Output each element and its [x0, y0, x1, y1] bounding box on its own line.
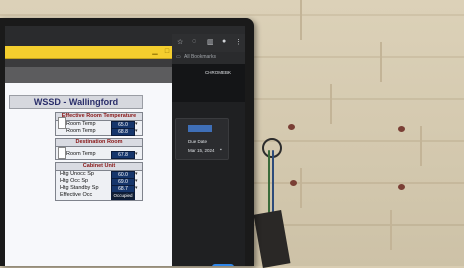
temp-row: Room Temp 67.8 ▾	[56, 151, 142, 159]
browser-window: ☆ ◌ ▥ ● ⋮ ▭ All Bookmarks CHROMEBK Due D…	[172, 34, 245, 266]
panel-header: Effective Room Temperature	[56, 113, 142, 121]
setpoint-row: Htg Occ Sp 69.0 ▾	[56, 178, 142, 186]
dropdown-arrow-icon[interactable]: ▾	[135, 171, 138, 178]
due-date-value[interactable]: Mar 15, 2024	[188, 148, 215, 153]
row-label: Effective Occ	[60, 192, 93, 198]
green-wire	[268, 150, 270, 220]
setpoint-row: Htg Standby Sp 68.7 ▾	[56, 185, 142, 193]
profile-menu[interactable]: CHROMEBK	[205, 70, 231, 75]
cabinet-unit-panel: Cabinet Unit Htg Unocc Sp 60.0 ▾ Htg Occ…	[55, 162, 143, 201]
star-icon[interactable]: ☆	[177, 38, 183, 46]
row-label: Htg Standby Sp	[60, 185, 99, 191]
scada-window: ▁ □ ✕ WSSD - Wallingford Effective Room …	[5, 46, 187, 266]
row-label: Htg Occ Sp	[60, 178, 89, 184]
site-title: WSSD - Wallingford	[9, 95, 143, 109]
browser-toolbar: ☆ ◌ ▥ ● ⋮	[172, 34, 245, 52]
panel-header: Destination Room	[56, 139, 142, 147]
setpoint-row: Htg Unocc Sp 60.0 ▾	[56, 171, 142, 179]
dropdown-arrow-icon[interactable]: ▾	[135, 185, 138, 192]
dropdown-arrow-icon[interactable]: ▾	[135, 128, 138, 135]
menu-icon[interactable]: ⋮	[235, 38, 242, 46]
folder-icon: ▭	[176, 54, 181, 60]
minimize-button[interactable]: ▁	[151, 47, 159, 56]
dropdown-arrow-icon[interactable]: ▾	[135, 151, 138, 158]
monitor-screen: ▁ □ ✕ WSSD - Wallingford Effective Room …	[5, 26, 245, 266]
sidebar-icon[interactable]: ▥	[207, 38, 214, 46]
row-value[interactable]: 68.8	[111, 128, 135, 136]
page-header: CHROMEBK	[172, 64, 245, 102]
calendar-icon[interactable]: ▪	[220, 147, 222, 153]
card-accent	[188, 125, 212, 132]
row-value[interactable]: 67.8	[111, 151, 135, 159]
row-label: Htg Unocc Sp	[60, 171, 94, 177]
scada-toolbar	[5, 59, 187, 67]
row-label: Room Temp	[66, 121, 96, 127]
occupancy-row: Effective Occ Occupied	[56, 192, 142, 200]
extensions-icon[interactable]: ◌	[192, 38, 196, 45]
due-date-card: Due Date Mar 15, 2024 ▪	[175, 118, 229, 160]
effective-room-temp-panel: Effective Room Temperature Room Temp 65.…	[55, 112, 143, 136]
temp-row: Room Temp 68.8 ▾	[56, 128, 142, 136]
row-label: Room Temp	[66, 128, 96, 134]
dropdown-arrow-icon[interactable]: ▾	[135, 178, 138, 185]
all-bookmarks-link[interactable]: All Bookmarks	[184, 54, 216, 60]
blue-wire	[272, 150, 274, 216]
destination-room-panel: Destination Room Room Temp 67.8 ▾	[55, 138, 143, 160]
temp-row: Room Temp 65.0 ▾	[56, 121, 142, 129]
bookmarks-bar: ▭ All Bookmarks	[172, 52, 245, 64]
maximize-button[interactable]: □	[163, 47, 171, 56]
scada-titlebar: ▁ □ ✕	[5, 46, 187, 59]
scada-nav-bar	[5, 67, 187, 83]
row-label: Room Temp	[66, 151, 96, 157]
row-value[interactable]: Occupied	[111, 192, 135, 200]
panel-header: Cabinet Unit	[56, 163, 142, 171]
profile-icon[interactable]: ●	[222, 38, 226, 45]
due-date-label: Due Date	[188, 139, 208, 144]
dropdown-arrow-icon[interactable]: ▾	[135, 121, 138, 128]
